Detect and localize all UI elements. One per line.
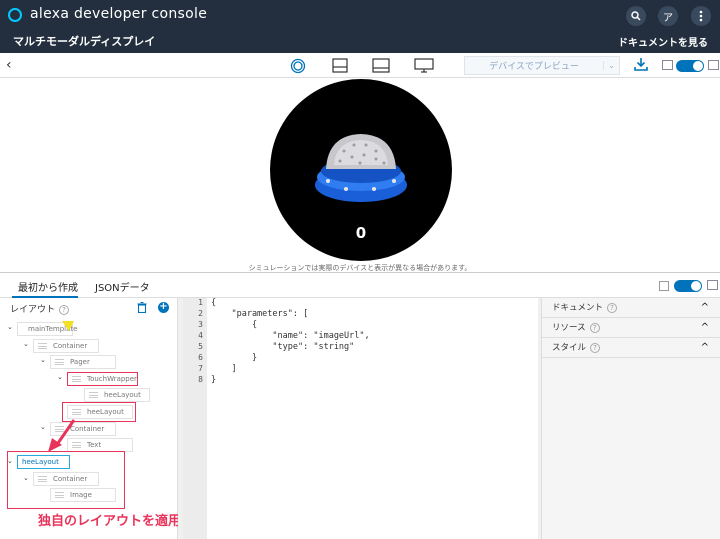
section-label: リソース <box>552 323 586 333</box>
section-documents[interactable]: ドキュメント? ^ <box>542 298 720 318</box>
preview-select-label: デバイスでプレビュー <box>489 62 579 72</box>
tab-json-data[interactable]: JSONデータ <box>95 279 150 294</box>
tab-create-from-scratch[interactable]: 最初から作成 <box>18 279 78 294</box>
round-device-screen: 0 <box>270 79 452 261</box>
help-icon[interactable]: ? <box>607 303 618 313</box>
tree-node-container[interactable]: Container <box>33 339 99 353</box>
round-device-icon[interactable] <box>290 58 306 74</box>
code-line: "name": "imageUrl", <box>211 331 370 341</box>
trash-icon[interactable] <box>137 302 147 313</box>
line-number: 4 <box>198 331 203 340</box>
split-view-icon <box>662 60 673 70</box>
skill-name: マルチモーダルディスプレイ <box>13 35 156 48</box>
section-resources[interactable]: リソース? ^ <box>542 318 720 338</box>
app-title: alexa developer console <box>30 6 208 22</box>
code-line: { <box>211 320 258 330</box>
medium-landscape-device-icon[interactable] <box>372 58 390 73</box>
small-landscape-device-icon[interactable] <box>332 58 348 73</box>
chevron-up-icon[interactable]: ^ <box>701 338 709 358</box>
search-button[interactable] <box>626 6 646 26</box>
split-view-icon <box>708 60 719 70</box>
line-number: 7 <box>198 364 203 373</box>
section-styles[interactable]: スタイル? ^ <box>542 338 720 358</box>
arrow-icon <box>48 419 76 452</box>
section-label: スタイル <box>552 343 587 353</box>
tree-node-label: TouchWrapper <box>87 375 137 383</box>
line-gutter: 1 2 3 4 5 6 7 8 <box>183 298 207 539</box>
preview-toggle-switch[interactable] <box>676 60 704 72</box>
layout-tree-pane: レイアウト? + ⌄ mainTemplate ⌄ Container ⌄ Pa… <box>0 298 178 539</box>
tree-node-label: Text <box>87 441 102 449</box>
code-line: "type": "string" <box>211 342 355 352</box>
code-line: ] <box>211 364 237 374</box>
top-header: alexa developer console マルチモーダルディスプレイ ドキ… <box>0 0 720 53</box>
line-number: 6 <box>198 353 203 362</box>
tv-device-icon[interactable] <box>414 58 434 73</box>
section-label: ドキュメント <box>552 303 604 313</box>
back-button[interactable]: ‹ <box>6 57 12 73</box>
help-icon[interactable]: ? <box>590 343 601 353</box>
tree-node-label: Pager <box>70 358 90 366</box>
highlight-box <box>7 451 125 509</box>
editor-tab-bar: 最初から作成 JSONデータ <box>0 272 720 298</box>
counter-display: 0 <box>355 224 367 242</box>
chevron-up-icon[interactable]: ^ <box>701 298 709 318</box>
more-menu-button[interactable] <box>691 6 711 26</box>
pin-icon <box>62 321 74 331</box>
editor-toggle-switch[interactable] <box>674 280 702 292</box>
chevron-down-icon: ⌄ <box>603 61 619 70</box>
chevron-up-icon[interactable]: ^ <box>701 318 709 338</box>
tree-node-pager[interactable]: Pager <box>50 355 116 369</box>
split-view-icon <box>707 280 718 290</box>
line-number: 2 <box>198 309 203 318</box>
tree-node-touchwrapper[interactable]: TouchWrapper <box>67 372 138 386</box>
preview-toolbar: ‹ デバイスでプレビュー ⌄ <box>0 53 720 78</box>
caret-down-icon[interactable]: ⌄ <box>57 373 63 381</box>
preview-on-device-select[interactable]: デバイスでプレビュー ⌄ <box>464 56 620 75</box>
layout-pane-title: レイアウト <box>10 305 56 315</box>
line-number: 1 <box>198 298 203 307</box>
help-icon[interactable]: ? <box>589 323 600 333</box>
code-line: } <box>211 353 258 363</box>
line-number: 8 <box>198 375 203 384</box>
add-component-button[interactable]: + <box>158 302 169 313</box>
line-number: 3 <box>198 320 203 329</box>
user-avatar-button[interactable]: ア <box>658 6 678 26</box>
alexa-logo-icon <box>8 8 22 22</box>
code-line: } <box>211 375 217 385</box>
tree-node-label: Container <box>53 342 88 350</box>
kebab-menu-icon <box>699 10 703 22</box>
puzzle-device-image <box>315 134 407 202</box>
device-preview-area: 0 シミュレーションでは実際のデバイスと表示が異なる場合があります。 <box>0 78 720 272</box>
properties-pane: ドキュメント? ^ リソース? ^ スタイル? ^ <box>541 298 720 539</box>
caret-down-icon[interactable]: ⌄ <box>40 356 46 364</box>
caret-down-icon[interactable]: ⌄ <box>23 340 29 348</box>
code-line: "parameters": [ <box>211 309 309 319</box>
layout-pane-header: レイアウト? <box>10 302 70 315</box>
line-number: 5 <box>198 342 203 351</box>
search-icon <box>631 11 641 21</box>
tree-node-heelayout[interactable]: heeLayout <box>84 388 150 402</box>
code-line: { <box>211 298 217 308</box>
caret-down-icon[interactable]: ⌄ <box>7 323 13 331</box>
view-checkbox[interactable] <box>659 281 669 291</box>
json-code-editor[interactable]: 1 2 3 4 5 6 7 8 { "parameters": [ { "nam… <box>183 298 538 539</box>
tree-node-label: heeLayout <box>104 391 141 399</box>
download-icon[interactable] <box>634 57 648 71</box>
help-icon[interactable]: ? <box>59 305 70 315</box>
documentation-link[interactable]: ドキュメントを見る <box>618 34 708 49</box>
